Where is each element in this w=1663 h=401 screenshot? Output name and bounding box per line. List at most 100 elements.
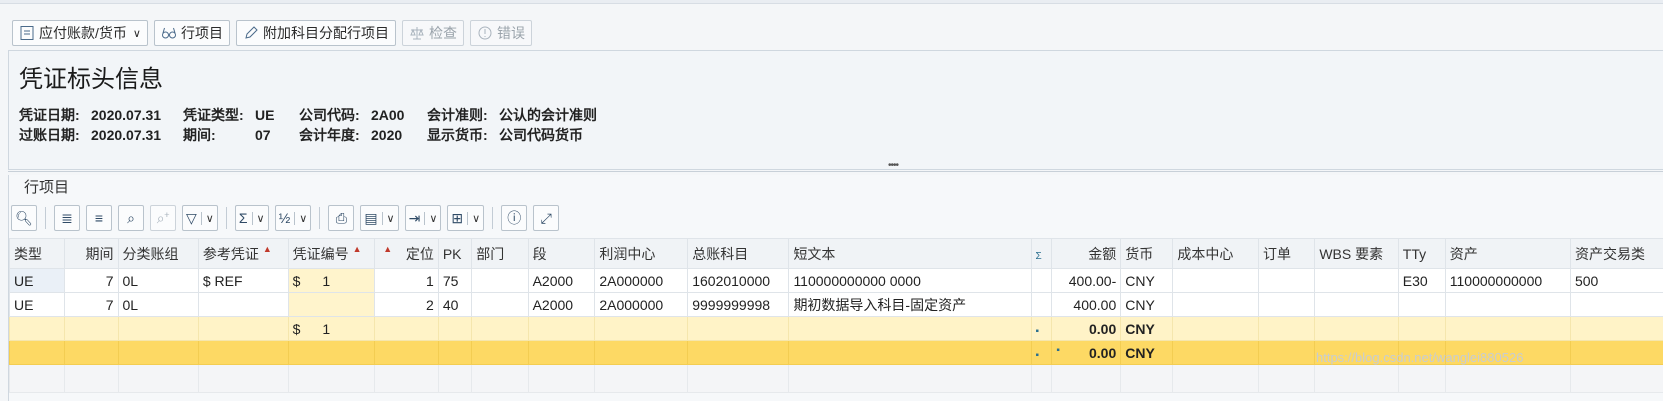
- cell-order[interactable]: [1257, 268, 1316, 293]
- cell-asset[interactable]: [1444, 292, 1571, 317]
- column-header[interactable]: 段: [527, 238, 596, 269]
- column-header[interactable]: 货币: [1120, 238, 1174, 269]
- cell-ledger-group[interactable]: 0L: [117, 292, 199, 317]
- column-header[interactable]: 资产交易类: [1569, 238, 1663, 269]
- cell-segment[interactable]: A2000: [527, 292, 596, 317]
- cell-profit-center[interactable]: 2A000000: [594, 292, 689, 317]
- column-header[interactable]: 分类账组: [117, 238, 199, 269]
- cell-sum-marker: [1030, 292, 1053, 317]
- column-header[interactable]: 短文本: [788, 238, 1032, 269]
- cell-asset[interactable]: 110000000000: [1444, 268, 1571, 293]
- column-header[interactable]: 金额: [1051, 238, 1122, 269]
- total-button[interactable]: Σ ∨: [234, 205, 269, 231]
- cell-pk[interactable]: 40: [437, 292, 473, 317]
- cell-department[interactable]: [471, 292, 529, 317]
- subtotal-button[interactable]: ½ ∨: [274, 205, 312, 231]
- sum-icon: Σ: [238, 210, 248, 226]
- total-currency: CNY: [1120, 340, 1174, 365]
- find-next-button[interactable]: ⌕⁺: [150, 205, 176, 231]
- cell-doc-number[interactable]: [287, 292, 376, 317]
- additional-assignments-label: 附加科目分配行项目: [262, 25, 389, 41]
- filter-icon: ▽: [186, 209, 197, 226]
- column-header[interactable]: TTy: [1397, 238, 1446, 269]
- doc-type-value: UE: [255, 107, 275, 123]
- sum-column-icon[interactable]: Σ: [1030, 238, 1053, 269]
- cell-tty[interactable]: E30: [1397, 268, 1446, 293]
- cell-ledger-group[interactable]: 0L: [117, 268, 199, 293]
- column-header[interactable]: 期间: [64, 238, 119, 269]
- cell-doc-number[interactable]: $1: [287, 268, 376, 293]
- line-items-button[interactable]: 行项目: [153, 20, 230, 46]
- column-header[interactable]: 利润中心: [594, 238, 689, 269]
- column-header[interactable]: 部门: [471, 238, 529, 269]
- cell-segment[interactable]: A2000: [527, 268, 596, 293]
- check-button[interactable]: 检查: [401, 20, 464, 46]
- column-header[interactable]: 订单: [1257, 238, 1316, 269]
- column-header[interactable]: ▲ 定位: [374, 238, 439, 269]
- cell-wbs[interactable]: [1314, 268, 1399, 293]
- header-fields: 凭证日期: 2020.07.31 凭证类型: UE 公司代码: 2A00 会计准…: [19, 105, 597, 145]
- layout-button[interactable]: ⊞ ∨: [447, 205, 485, 231]
- column-header[interactable]: 资产: [1444, 238, 1571, 269]
- cell-currency[interactable]: CNY: [1120, 268, 1174, 293]
- subtotal-row[interactable]: $1 ▪ 0.00 CNY: [8, 316, 1663, 341]
- cell-reference[interactable]: $ REF: [197, 268, 289, 293]
- cell-item[interactable]: 1: [374, 268, 439, 293]
- cell-asset-trans-type[interactable]: [1569, 292, 1663, 317]
- sort-ascending-button[interactable]: ≣: [54, 205, 80, 231]
- column-header[interactable]: 凭证编号 ▲: [287, 238, 376, 269]
- cell-asset-trans-type[interactable]: 500: [1569, 268, 1663, 293]
- column-header[interactable]: 参考凭证 ▲: [197, 238, 289, 269]
- cell-gl-account[interactable]: 1602010000: [687, 268, 790, 293]
- cell-period[interactable]: 7: [64, 268, 119, 293]
- cell-type[interactable]: UE: [8, 292, 66, 317]
- cell-amount[interactable]: 400.00-: [1051, 268, 1122, 293]
- column-header[interactable]: 成本中心: [1172, 238, 1259, 269]
- cell-item[interactable]: 2: [374, 292, 439, 317]
- cell-profit-center[interactable]: 2A000000: [594, 268, 689, 293]
- company-code-value: 2A00: [371, 107, 405, 123]
- display-currency-value: 公司代码货币: [499, 127, 583, 143]
- cell-reference[interactable]: [197, 292, 289, 317]
- cell-department[interactable]: [471, 268, 529, 293]
- view-select-button[interactable]: 应付账款/货币 ∨: [12, 20, 148, 46]
- subtotal-amount: 0.00: [1051, 316, 1122, 341]
- toolbar-separator: [319, 207, 321, 229]
- column-header[interactable]: 总账科目: [687, 238, 790, 269]
- chevron-down-icon: ∨: [200, 211, 214, 225]
- details-button[interactable]: 🔍︎: [11, 205, 37, 231]
- table-row[interactable]: UE 7 0L 2 40 A2000 2A000000 9999999998 期…: [8, 292, 1663, 317]
- cell-gl-account[interactable]: 9999999998: [687, 292, 790, 317]
- additional-assignments-button[interactable]: 附加科目分配行项目: [235, 20, 396, 46]
- cell-sum-marker: [1030, 268, 1053, 293]
- view-button[interactable]: ▤ ∨: [360, 205, 399, 231]
- table-row[interactable]: UE 7 0L $ REF $1 1 75 A2000 2A000000 160…: [8, 268, 1663, 293]
- column-header[interactable]: PK: [437, 238, 473, 269]
- cell-order[interactable]: [1257, 292, 1316, 317]
- display-currency-label: 显示货币:: [427, 127, 488, 143]
- cell-short-text[interactable]: 110000000000 0000: [788, 268, 1032, 293]
- cell-cost-center[interactable]: [1172, 268, 1259, 293]
- find-button[interactable]: ⌕: [118, 205, 144, 231]
- filter-button[interactable]: ▽ ∨: [182, 205, 218, 231]
- cell-cost-center[interactable]: [1172, 292, 1259, 317]
- cell-period[interactable]: 7: [64, 292, 119, 317]
- sort-descending-button[interactable]: ≡: [86, 205, 112, 231]
- cell-tty[interactable]: [1397, 292, 1446, 317]
- info-button[interactable]: ⓘ: [501, 205, 528, 231]
- line-items-table: 类型 期间 分类账组 参考凭证 ▲ 凭证编号 ▲ ▲ 定位 PK 部门 段 利润中心 …: [8, 238, 1663, 393]
- document-header: 凭证标头信息 凭证日期: 2020.07.31 凭证类型: UE 公司代码: 2…: [8, 50, 1663, 170]
- fullscreen-button[interactable]: ⤢: [533, 205, 560, 231]
- print-button[interactable]: ⎙: [328, 205, 355, 231]
- cell-amount[interactable]: 400.00: [1051, 292, 1122, 317]
- cell-short-text[interactable]: 期初数据导入科目-固定资产: [788, 292, 1032, 317]
- cell-currency[interactable]: CNY: [1120, 292, 1174, 317]
- export-button[interactable]: ⇥ ∨: [404, 205, 442, 231]
- splitter-handle-icon[interactable]: ••••: [888, 160, 899, 171]
- cell-pk[interactable]: 75: [437, 268, 473, 293]
- column-header[interactable]: WBS 要素: [1314, 238, 1399, 269]
- cell-wbs[interactable]: [1314, 292, 1399, 317]
- column-header[interactable]: 类型: [8, 238, 66, 269]
- cell-type[interactable]: UE: [8, 268, 66, 293]
- errors-button[interactable]: 错误: [469, 20, 532, 46]
